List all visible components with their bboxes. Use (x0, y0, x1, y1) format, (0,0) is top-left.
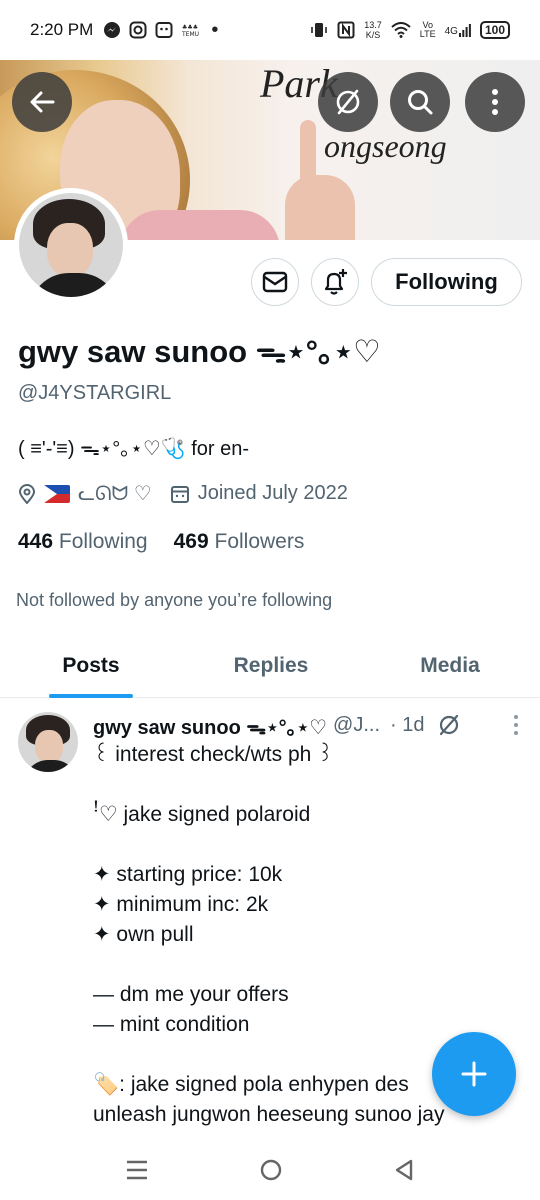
plus-icon (461, 1061, 487, 1087)
avatar-body (29, 273, 119, 297)
tab-media[interactable]: Media (360, 634, 540, 698)
following-label: Following (58, 530, 148, 553)
network-speed: 13.7 K/S (364, 20, 382, 40)
vertical-dots-icon (492, 89, 498, 115)
tab-media-label: Media (420, 654, 480, 677)
post-avatar-face (35, 730, 63, 763)
not-followed-notice: Not followed by anyone you’re following (16, 590, 333, 610)
bell-plus-icon (324, 269, 347, 295)
wifi-icon (391, 22, 411, 38)
post-avatar-body (24, 760, 78, 772)
more-notifications-dot: • (211, 19, 219, 41)
user-handle: @J4YSTARGIRL (18, 382, 172, 404)
battery-indicator: 100 (479, 21, 510, 39)
temu-icon: ♣♣♣TEMU (181, 24, 199, 38)
instagram-icon (129, 21, 147, 39)
location-text: ᓚᘏᗢ ♡ (78, 483, 152, 505)
follow-stats: 446 Following 469 Followers (18, 530, 304, 554)
avatar-face (47, 223, 93, 277)
recents-icon[interactable] (125, 1159, 149, 1181)
app-icon (155, 22, 173, 38)
followers-label: Followers (214, 530, 305, 553)
search-button[interactable] (390, 72, 450, 132)
envelope-icon (262, 271, 288, 293)
banner-shirt (120, 210, 280, 240)
post-author-handle[interactable]: @J... (333, 714, 380, 737)
system-icons: 13.7 K/S Vo LTE 4G 100 (310, 20, 510, 40)
status-bar: 2:20 PM ♣♣♣ TEMU • 13.7 K/S Vo LTE 4G 100 (0, 0, 540, 60)
banner-hand (285, 175, 355, 240)
following-count: 446 (18, 530, 54, 553)
banner-text-ongseong: ongseong (324, 128, 447, 164)
svg-text:TEMU: TEMU (181, 31, 199, 38)
nfc-icon (337, 21, 355, 39)
location-pin-icon (18, 483, 36, 504)
philippines-flag-icon (44, 484, 70, 503)
search-icon (408, 90, 433, 115)
post-header: gwy saw sunoo ᯓ⋆°｡⋆♡ @J... · 1d (93, 710, 520, 740)
avatar-image (19, 193, 123, 297)
tab-replies-label: Replies (233, 654, 309, 677)
svg-text:♣♣♣: ♣♣♣ (182, 24, 198, 31)
circle-slash-icon (336, 89, 360, 115)
display-name: gwy saw sunoo ᯓ⋆°｡⋆♡ (18, 334, 381, 369)
joined-date: Joined July 2022 (197, 482, 348, 504)
tab-posts[interactable]: Posts (0, 634, 182, 698)
status-time: 2:20 PM (30, 20, 94, 39)
circle-slash-icon (439, 714, 458, 736)
profile-bio: ( ≡'-'≡) ᯓ⋆°｡⋆♡🩺 for en- (18, 438, 250, 460)
notification-icons: ♣♣♣ TEMU • (103, 19, 219, 41)
message-button[interactable] (251, 258, 299, 306)
post-time: · 1d (390, 713, 425, 736)
notifications-button[interactable] (311, 258, 359, 306)
following-stat[interactable]: 446 Following (18, 530, 148, 554)
profile-avatar[interactable] (14, 188, 128, 302)
followers-stat[interactable]: 469 Followers (174, 530, 305, 554)
system-nav-bar (0, 1140, 540, 1200)
calendar-icon (170, 485, 189, 503)
profile-tabs: Posts Replies Media (0, 634, 540, 698)
active-tab-indicator (49, 694, 133, 698)
vibrate-icon (311, 23, 328, 37)
signal-gen: 4G (445, 23, 471, 37)
post-more-icon[interactable] (512, 714, 520, 736)
following-button[interactable]: Following (371, 258, 522, 306)
post-author-name[interactable]: gwy saw sunoo ᯓ⋆°｡⋆♡ (93, 711, 327, 740)
mute-button[interactable] (318, 72, 378, 132)
home-icon[interactable] (259, 1158, 283, 1182)
compose-button[interactable] (432, 1032, 516, 1116)
signal-icon (458, 24, 471, 37)
volte-indicator: Vo LTE (419, 20, 436, 39)
profile-meta: ᓚᘏᗢ ♡ Joined July 2022 (18, 481, 348, 506)
more-options-button[interactable] (465, 72, 525, 132)
arrow-left-icon (30, 91, 55, 113)
back-nav-icon[interactable] (393, 1158, 415, 1182)
followers-count: 469 (173, 530, 209, 553)
messenger-icon (104, 22, 121, 38)
tab-replies[interactable]: Replies (182, 634, 360, 698)
back-button[interactable] (12, 72, 72, 132)
tab-posts-label: Posts (62, 654, 120, 677)
post-avatar[interactable] (18, 712, 78, 772)
